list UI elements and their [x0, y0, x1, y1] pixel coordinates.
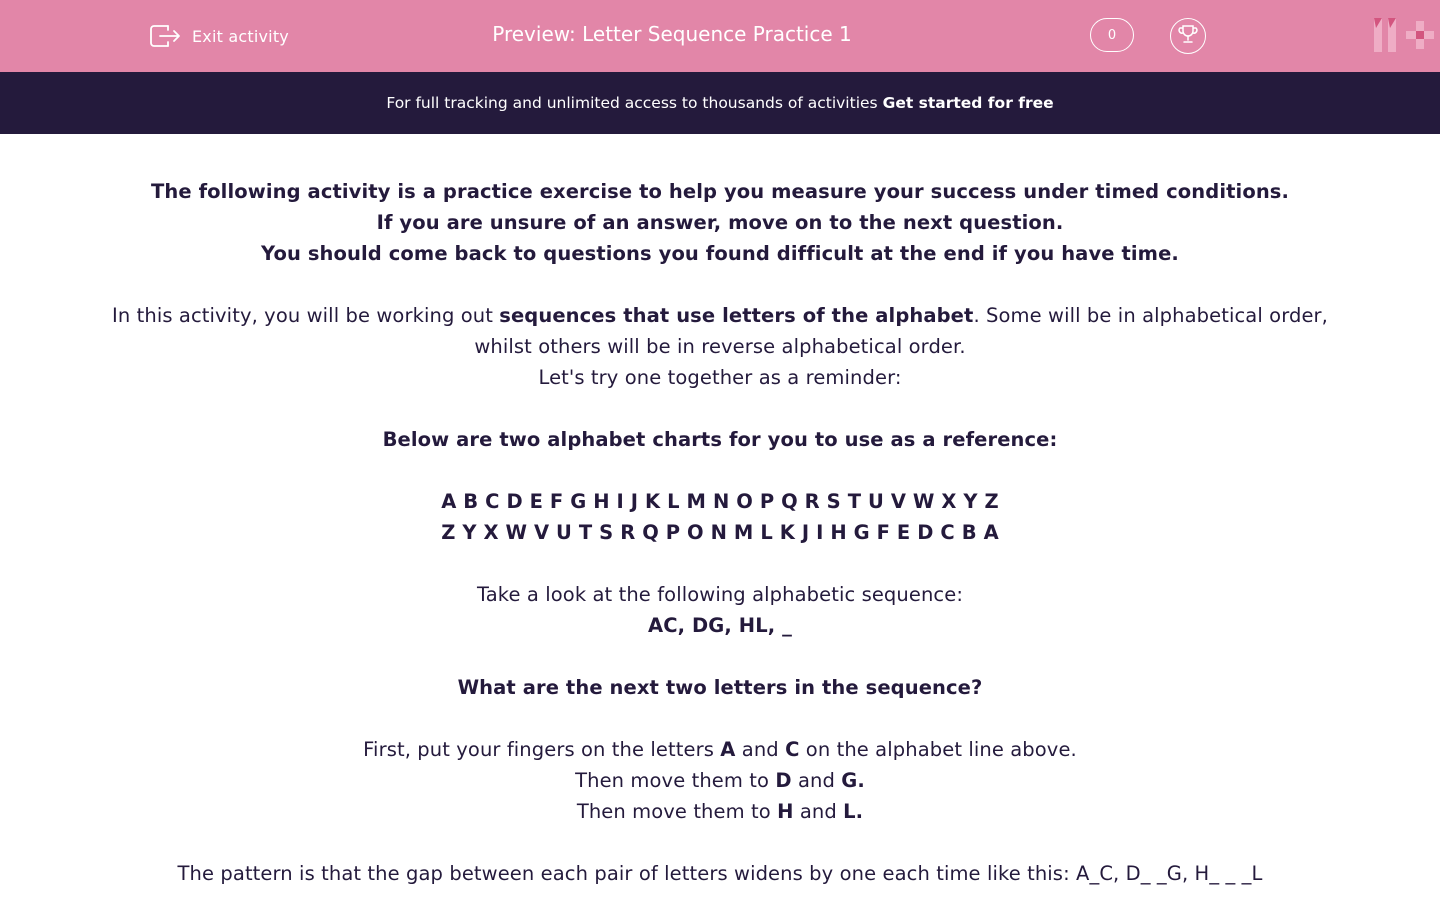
sequence-prompt: Take a look at the following alphabetic … [476, 583, 964, 606]
brand-logo [1372, 16, 1434, 54]
trophy-icon [1177, 23, 1199, 49]
step-1-text-end: on the alphabet line above. [799, 738, 1077, 761]
example-question: What are the next two letters in the seq… [457, 676, 983, 699]
step-1-letter-a: A [720, 738, 736, 761]
intro-line-1: The following activity is a practice exe… [150, 180, 1290, 203]
step-3: Then move them to H and L. [100, 796, 1340, 827]
step-3-text: Then move them to [576, 800, 778, 823]
reminder-text: Let's try one together as a reminder: [538, 366, 902, 389]
exit-icon [148, 22, 182, 50]
score-badge: 0 [1090, 18, 1134, 52]
activity-description: In this activity, you will be working ou… [100, 300, 1340, 362]
step-1-letter-b: C [785, 738, 800, 761]
step-1-and: and [735, 738, 786, 761]
banner-text: For full tracking and unlimited access t… [386, 94, 878, 112]
pattern-explanation: The pattern is that the gap between each… [177, 862, 1263, 885]
example-sequence: AC, DG, HL, _ [648, 614, 792, 637]
step-2-letter-b: G. [841, 769, 865, 792]
exit-activity-button[interactable]: Exit activity [148, 20, 289, 52]
description-highlight: sequences that use letters of the alphab… [499, 304, 974, 327]
activity-instructions: The following activity is a practice exe… [100, 176, 1340, 889]
page-title: Preview: Letter Sequence Practice 1 [492, 22, 852, 46]
alphabet-reverse: Z Y X W V U T S R Q P O N M L K J I H G … [441, 521, 999, 544]
step-3-letter-b: L. [843, 800, 864, 823]
intro-line-2: If you are unsure of an answer, move on … [376, 211, 1064, 234]
alphabet-forward: A B C D E F G H I J K L M N O P Q R S T … [441, 490, 999, 513]
step-3-and: and [793, 800, 844, 823]
step-2: Then move them to D and G. [100, 765, 1340, 796]
get-started-link[interactable]: Get started for free [883, 94, 1054, 112]
charts-heading: Below are two alphabet charts for you to… [382, 428, 1058, 451]
step-2-letter-a: D [775, 769, 792, 792]
step-3-letter-a: H [777, 800, 794, 823]
step-1: First, put your fingers on the letters A… [100, 734, 1340, 765]
exit-activity-label: Exit activity [192, 26, 289, 46]
step-2-and: and [791, 769, 842, 792]
signup-banner: For full tracking and unlimited access t… [0, 72, 1440, 134]
step-1-text: First, put your fingers on the letters [363, 738, 721, 761]
description-text-start: In this activity, you will be working ou… [112, 304, 500, 327]
top-bar: Exit activity Preview: Letter Sequence P… [0, 0, 1440, 72]
trophy-button[interactable] [1170, 18, 1206, 54]
intro-line-3: You should come back to questions you fo… [261, 242, 1179, 265]
step-2-text: Then move them to [575, 769, 776, 792]
